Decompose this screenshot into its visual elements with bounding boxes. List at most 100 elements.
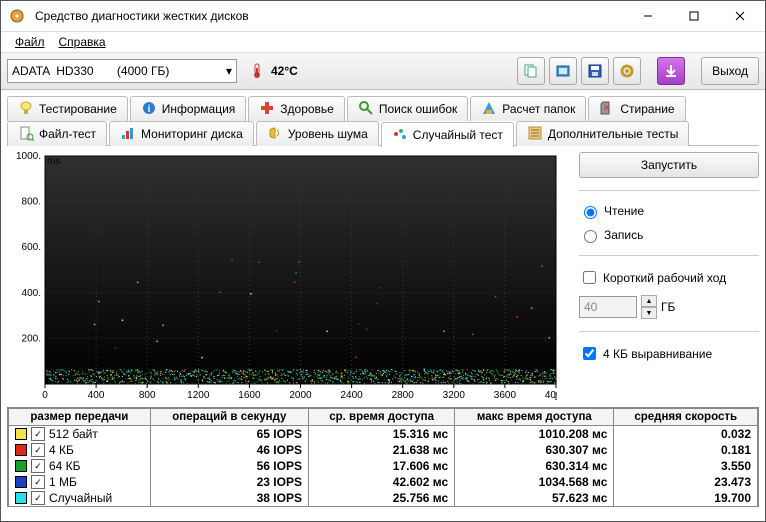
tab-1[interactable]: Мониторинг диска (109, 121, 254, 146)
row-checkbox[interactable]: ✓ (31, 443, 45, 457)
tab-3[interactable]: Поиск ошибок (347, 96, 468, 121)
tb-settings-button[interactable] (613, 57, 641, 85)
tab-label: Дополнительные тесты (548, 127, 678, 141)
cell-iops: 38 IOPS (150, 490, 308, 506)
color-swatch (15, 444, 27, 456)
row-checkbox[interactable]: ✓ (31, 459, 45, 473)
results-table: размер передачиопераций в секундуср. вре… (7, 407, 759, 507)
tab-0[interactable]: Файл-тест (7, 121, 107, 146)
tab-label: Информация (162, 102, 235, 116)
row-label: 4 КБ (49, 443, 74, 457)
write-radio[interactable]: Запись (579, 227, 759, 243)
tab-0[interactable]: Тестирование (7, 96, 128, 121)
tab-2[interactable]: Здоровье (248, 96, 345, 121)
tab-icon (259, 100, 275, 119)
cell-speed: 3.550 (614, 458, 758, 474)
tab-icon (18, 100, 34, 119)
row-label: 64 КБ (49, 459, 81, 473)
exit-label: Выход (712, 64, 748, 78)
cell-iops: 23 IOPS (150, 474, 308, 490)
tab-label: Поиск ошибок (379, 102, 457, 116)
cell-avg: 17.606 мс (308, 458, 454, 474)
align-checkbox[interactable]: 4 КБ выравнивание (579, 344, 759, 363)
tab-icon (267, 125, 283, 144)
svg-text:1000.: 1000. (16, 152, 41, 162)
temperature-value: 42°C (271, 64, 298, 78)
row-checkbox[interactable]: ✓ (31, 491, 45, 505)
tab-5[interactable]: Стирание (588, 96, 685, 121)
cell-avg: 15.316 мс (308, 426, 454, 443)
drive-label: ADATA HD330 (4000 ГБ) (12, 64, 169, 78)
run-button[interactable]: Запустить (579, 152, 759, 178)
tab-4[interactable]: Расчет папок (470, 96, 586, 121)
tab-label: Файл-тест (39, 127, 96, 141)
read-label: Чтение (604, 204, 644, 218)
align-label: 4 КБ выравнивание (603, 347, 712, 361)
svg-text:ms: ms (47, 156, 60, 167)
tabs: Тестирование i Информация Здоровье Поиск оши… (1, 90, 765, 146)
svg-text:i: i (147, 104, 150, 115)
row-checkbox[interactable]: ✓ (31, 427, 45, 441)
color-swatch (15, 428, 27, 440)
toolbar: ADATA HD330 (4000 ГБ) ▾ 42°C Выход (1, 53, 765, 90)
tb-copy-button[interactable] (517, 57, 545, 85)
tb-screenshot-button[interactable] (549, 57, 577, 85)
cell-iops: 56 IOPS (150, 458, 308, 474)
svg-text:600.: 600. (22, 242, 41, 253)
color-swatch (15, 492, 27, 504)
svg-text:2800: 2800 (392, 390, 415, 401)
tab-icon (481, 100, 497, 119)
minimize-button[interactable] (625, 1, 671, 31)
tb-save-button[interactable] (581, 57, 609, 85)
menubar: Файл Справка (1, 32, 765, 53)
svg-text:400.: 400. (22, 288, 41, 299)
tab-icon (18, 125, 34, 144)
svg-text:400: 400 (88, 390, 105, 401)
table-row: ✓Случайный38 IOPS25.756 мс57.623 мс19.70… (9, 490, 758, 506)
tab-icon (527, 125, 543, 144)
col-header: операций в секунду (150, 409, 308, 426)
row-checkbox[interactable]: ✓ (31, 475, 45, 489)
window-title: Средство диагностики жестких дисков (31, 9, 619, 23)
col-header: ср. время доступа (308, 409, 454, 426)
color-swatch (15, 460, 27, 472)
exit-button[interactable]: Выход (701, 57, 759, 85)
table-row: ✓512 байт65 IOPS15.316 мс1010.208 мс0.03… (9, 426, 758, 443)
color-swatch (15, 476, 27, 488)
size-input[interactable]: 40 (579, 296, 637, 318)
read-radio[interactable]: Чтение (579, 203, 759, 219)
cell-iops: 46 IOPS (150, 442, 308, 458)
tab-icon (120, 125, 136, 144)
row-label: Случайный (49, 491, 112, 505)
spin-down[interactable]: ▼ (641, 307, 657, 319)
row-label: 1 МБ (49, 475, 77, 489)
menu-file[interactable]: Файл (11, 34, 49, 50)
short-label: Короткий рабочий ход (603, 271, 726, 285)
col-header: макс время доступа (455, 409, 614, 426)
latency-chart: 040080012001600200024002800320036004000 … (7, 152, 557, 402)
close-button[interactable] (717, 1, 763, 31)
tab-3[interactable]: Случайный тест (381, 122, 514, 147)
app-icon (9, 8, 25, 24)
svg-text:200.: 200. (22, 333, 41, 344)
chart-area: 040080012001600200024002800320036004000 … (7, 152, 571, 405)
cell-max: 57.623 мс (455, 490, 614, 506)
spin-up[interactable]: ▲ (641, 295, 657, 307)
tab-4[interactable]: Дополнительные тесты (516, 121, 689, 146)
short-stroke-checkbox[interactable]: Короткий рабочий ход (579, 268, 759, 287)
cell-max: 1034.568 мс (455, 474, 614, 490)
maximize-button[interactable] (671, 1, 717, 31)
cell-speed: 0.181 (614, 442, 758, 458)
tab-label: Здоровье (280, 102, 334, 116)
tab-1[interactable]: i Информация (130, 96, 246, 121)
chevron-down-icon: ▾ (226, 64, 232, 78)
tb-download-button[interactable] (657, 57, 685, 85)
svg-text:2400: 2400 (340, 390, 363, 401)
side-panel: Запустить Чтение Запись Короткий рабочий… (579, 152, 759, 405)
menu-help[interactable]: Справка (55, 34, 110, 50)
cell-avg: 42.602 мс (308, 474, 454, 490)
col-header: средняя скорость (614, 409, 758, 426)
tab-icon (358, 100, 374, 119)
drive-selector[interactable]: ADATA HD330 (4000 ГБ) ▾ (7, 59, 237, 83)
tab-2[interactable]: Уровень шума (256, 121, 379, 146)
